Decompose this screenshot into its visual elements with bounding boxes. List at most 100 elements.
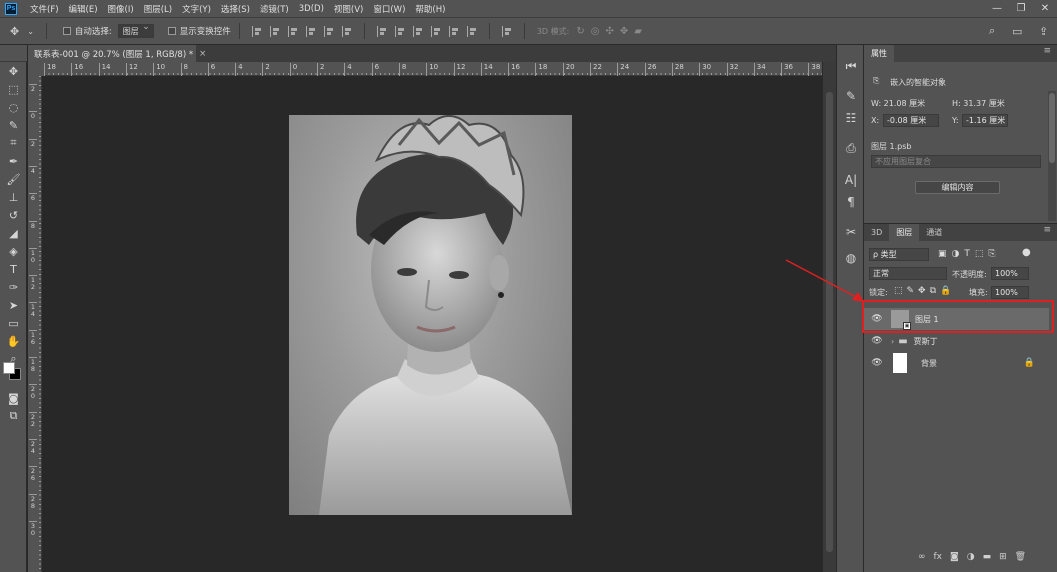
tab-3d[interactable]: 3D bbox=[864, 224, 889, 241]
horizontal-ruler[interactable]: 18 16 14 12 10 8 6 4 2 0 2 4 6 8 10 12 14 16 18 20 22 24 26 28 3… bbox=[44, 62, 822, 76]
vertical-ruler[interactable]: 2 0 2 4 6 8 1 0 1 2 1 4 1 6 1 8 2 0 2 2 2 4 2 6 2 8 3 0 bbox=[28, 76, 42, 572]
eraser-tool-icon[interactable]: ◢ bbox=[0, 224, 27, 242]
y-input[interactable]: -1.16 厘米 bbox=[962, 114, 1008, 127]
align-left-icon[interactable] bbox=[305, 25, 316, 37]
path-select-tool-icon[interactable]: ➤ bbox=[0, 296, 27, 314]
group-expand-icon[interactable]: › bbox=[891, 337, 894, 346]
distribute-left-icon[interactable] bbox=[430, 25, 441, 37]
menu-layer[interactable]: 图层(L) bbox=[139, 3, 177, 15]
tab-channels[interactable]: 通道 bbox=[919, 224, 949, 241]
close-tab-icon[interactable]: × bbox=[199, 49, 206, 59]
orbit-3d-icon[interactable]: ↻ bbox=[576, 26, 584, 37]
ruler-origin[interactable] bbox=[28, 62, 44, 76]
scale-3d-icon[interactable]: ▰ bbox=[634, 26, 642, 37]
lasso-tool-icon[interactable]: ◌ bbox=[0, 98, 27, 116]
layer-name[interactable]: 背景 bbox=[921, 358, 937, 369]
layer-row-group[interactable]: 👁 › ▬ 贾斯丁 bbox=[864, 330, 1049, 352]
menu-filter[interactable]: 滤镜(T) bbox=[255, 3, 294, 15]
opacity-input[interactable]: 100% bbox=[991, 267, 1029, 280]
auto-select-checkbox[interactable] bbox=[62, 27, 71, 35]
quick-mask-icon[interactable]: ◙ bbox=[0, 389, 27, 407]
document-image[interactable] bbox=[289, 115, 572, 515]
panel-menu-icon[interactable]: ≡ bbox=[1043, 46, 1051, 56]
menu-image[interactable]: 图像(I) bbox=[103, 3, 139, 15]
adjustments-icon[interactable]: ☷ bbox=[837, 107, 865, 129]
new-layer-icon[interactable]: ⊞ bbox=[999, 552, 1007, 562]
blend-mode-select[interactable]: 正常 bbox=[869, 267, 947, 280]
history-brush-tool-icon[interactable]: ↺ bbox=[0, 206, 27, 224]
restore-icon[interactable]: ❐ bbox=[1009, 0, 1033, 17]
pen-tool-icon[interactable]: ✑ bbox=[0, 278, 27, 296]
scrollbar-thumb[interactable] bbox=[826, 92, 833, 552]
bucket-tool-icon[interactable]: ◈ bbox=[0, 242, 27, 260]
align-hcenter-icon[interactable] bbox=[323, 25, 334, 37]
brush-settings-icon[interactable]: ✎ bbox=[837, 85, 865, 107]
align-bottom-icon[interactable] bbox=[287, 25, 298, 37]
menu-window[interactable]: 窗口(W) bbox=[368, 3, 410, 15]
layer-comp-select[interactable]: 不应用图层复合 bbox=[871, 155, 1041, 168]
canvas-vertical-scrollbar[interactable] bbox=[822, 62, 836, 572]
distribute-bottom-icon[interactable] bbox=[412, 25, 423, 37]
eyedropper-tool-icon[interactable]: ✒ bbox=[0, 152, 27, 170]
visibility-eye-icon[interactable]: 👁 bbox=[869, 358, 885, 368]
panel-menu-icon[interactable]: ≡ bbox=[1043, 225, 1051, 235]
menu-3d[interactable]: 3D(D) bbox=[294, 4, 329, 14]
menu-file[interactable]: 文件(F) bbox=[25, 3, 64, 15]
tool-preset-chevron-icon[interactable]: ⌄ bbox=[27, 27, 34, 36]
search-icon[interactable]: ⌕ bbox=[989, 24, 995, 38]
move-tool-icon[interactable]: ✥ bbox=[10, 25, 19, 38]
roll-3d-icon[interactable]: ◎ bbox=[591, 26, 600, 37]
layer-name[interactable]: 贾斯丁 bbox=[914, 336, 938, 347]
menu-edit[interactable]: 编辑(E) bbox=[64, 3, 103, 15]
auto-align-icon[interactable] bbox=[501, 25, 512, 37]
screen-mode-icon[interactable]: ⧉ bbox=[0, 407, 27, 425]
link-layers-icon[interactable]: ∞ bbox=[918, 552, 926, 562]
filter-toggle-icon[interactable]: ● bbox=[1022, 247, 1031, 258]
x-input[interactable]: -0.08 厘米 bbox=[883, 114, 939, 127]
distribute-vcenter-icon[interactable] bbox=[394, 25, 405, 37]
hand-tool-icon[interactable]: ✋ bbox=[0, 332, 27, 350]
menu-type[interactable]: 文字(Y) bbox=[177, 3, 216, 15]
show-transform-checkbox[interactable] bbox=[167, 27, 176, 35]
menu-select[interactable]: 选择(S) bbox=[216, 3, 255, 15]
pan-3d-icon[interactable]: ✣ bbox=[605, 26, 613, 37]
history-panel-icon[interactable]: ⏮ bbox=[837, 55, 865, 77]
tab-properties[interactable]: 属性 bbox=[864, 45, 894, 62]
paragraph-panel-icon[interactable]: ¶ bbox=[837, 191, 865, 213]
menu-view[interactable]: 视图(V) bbox=[329, 3, 368, 15]
width-value[interactable]: W: 21.08 厘米 bbox=[871, 98, 925, 109]
stamp-tool-icon[interactable]: ⊥ bbox=[0, 188, 27, 206]
layer-row-background[interactable]: 👁 背景 🔒 bbox=[864, 352, 1049, 374]
close-window-icon[interactable]: ✕ bbox=[1033, 0, 1057, 17]
brush-tool-icon[interactable]: 🖌 bbox=[0, 170, 27, 188]
adjustment-layer-icon[interactable]: ◑ bbox=[967, 552, 975, 562]
delete-layer-icon[interactable]: 🗑 bbox=[1015, 552, 1026, 562]
lock-icons[interactable]: ⬚✎✥⧉🔒 bbox=[894, 286, 955, 296]
properties-scrollbar[interactable] bbox=[1048, 91, 1056, 221]
align-right-icon[interactable] bbox=[341, 25, 352, 37]
document-tab[interactable]: 联系表-001 @ 20.7% (图层 1, RGB/8) * × bbox=[28, 45, 206, 62]
new-group-icon[interactable]: ▬ bbox=[983, 552, 992, 562]
add-mask-icon[interactable]: ◙ bbox=[950, 552, 959, 562]
edit-contents-button[interactable]: 编辑内容 bbox=[915, 181, 1000, 194]
tool-presets-icon[interactable]: ✂ bbox=[837, 221, 865, 243]
shape-tool-icon[interactable]: ▭ bbox=[0, 314, 27, 332]
align-vcenter-icon[interactable] bbox=[269, 25, 280, 37]
distribute-top-icon[interactable] bbox=[376, 25, 387, 37]
quick-select-tool-icon[interactable]: ✎ bbox=[0, 116, 27, 134]
text-tool-icon[interactable]: T bbox=[0, 260, 27, 278]
move-tool-icon[interactable]: ✥ bbox=[0, 62, 27, 80]
visibility-eye-icon[interactable]: 👁 bbox=[869, 336, 885, 346]
layer-filter-icons[interactable]: ▣◑T⬚⎘ bbox=[938, 249, 1001, 259]
foreground-color-swatch[interactable] bbox=[3, 362, 15, 374]
color-swatches[interactable] bbox=[3, 362, 23, 382]
auto-select-dropdown[interactable]: 图层 bbox=[117, 22, 154, 38]
layer-filter-kind[interactable]: ρ 类型 bbox=[869, 248, 929, 261]
distribute-right-icon[interactable] bbox=[466, 25, 477, 37]
height-value[interactable]: H: 31.37 厘米 bbox=[952, 98, 1005, 109]
fill-input[interactable]: 100% bbox=[991, 286, 1029, 299]
slide-3d-icon[interactable]: ✥ bbox=[620, 26, 628, 37]
crop-tool-icon[interactable]: ⌗ bbox=[0, 134, 27, 152]
share-icon[interactable]: ⇪ bbox=[1039, 25, 1048, 38]
workspace-icon[interactable]: ▭ bbox=[1012, 25, 1022, 38]
